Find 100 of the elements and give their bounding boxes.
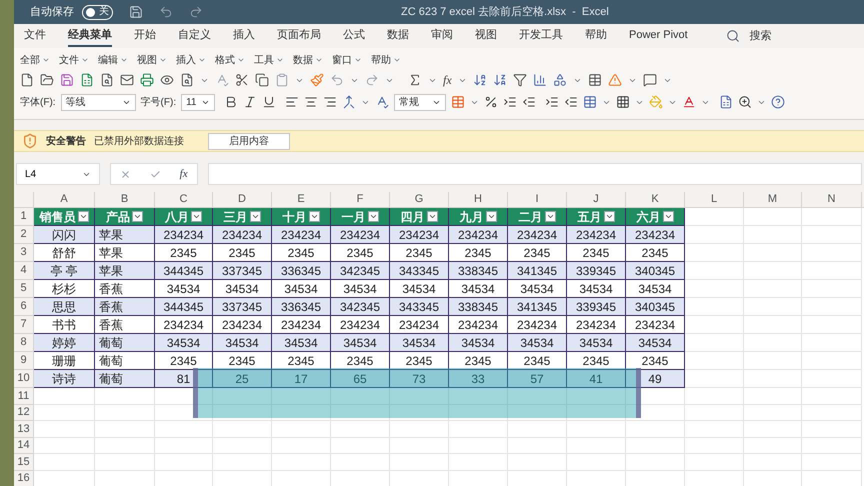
font-select[interactable]: 等线: [60, 94, 136, 110]
spreadsheet-icon[interactable]: [80, 73, 94, 87]
search-label[interactable]: 搜索: [750, 28, 772, 44]
row-number[interactable]: 13: [14, 421, 34, 438]
function-icon[interactable]: fx: [443, 71, 452, 89]
menu-item[interactable]: 插入: [176, 52, 206, 68]
ribbon-tab[interactable]: 文件: [24, 25, 46, 47]
align-left-icon[interactable]: [285, 95, 300, 109]
borders-icon[interactable]: [616, 95, 630, 109]
row-number[interactable]: 2: [14, 226, 34, 244]
row-number[interactable]: 3: [14, 244, 34, 262]
ribbon-tab[interactable]: 页面布局: [277, 25, 321, 47]
column-header[interactable]: J: [567, 192, 626, 207]
filter-dropdown-icon[interactable]: [191, 211, 202, 222]
column-header[interactable]: B: [95, 192, 155, 207]
redo-icon[interactable]: [189, 5, 203, 19]
menu-item[interactable]: 编辑: [98, 52, 128, 68]
row-number[interactable]: 11: [14, 388, 34, 404]
comment-icon[interactable]: [642, 73, 657, 87]
column-header[interactable]: H: [449, 192, 508, 207]
preview-icon[interactable]: [160, 73, 174, 87]
filter-dropdown-icon[interactable]: [250, 211, 260, 222]
formula-field[interactable]: [208, 163, 862, 185]
filter-dropdown-icon[interactable]: [604, 211, 614, 222]
filter-dropdown-icon[interactable]: [132, 211, 143, 222]
column-header[interactable]: L: [685, 192, 744, 207]
filter-dropdown-icon[interactable]: [308, 211, 320, 222]
ribbon-tab[interactable]: 审阅: [431, 25, 453, 47]
row-number[interactable]: 8: [14, 334, 34, 352]
cancel-icon[interactable]: [120, 168, 132, 180]
column-header[interactable]: M: [744, 192, 802, 207]
row-number[interactable]: 10: [14, 370, 34, 388]
row-number[interactable]: 16: [14, 470, 34, 486]
ribbon-tab[interactable]: 开发工具: [519, 25, 563, 47]
ribbon-tab[interactable]: 插入: [233, 25, 255, 47]
column-header[interactable]: D: [213, 192, 272, 207]
ribbon-tab[interactable]: 自定义: [178, 25, 211, 47]
insert-function-icon[interactable]: fx: [180, 166, 188, 182]
align-center-icon[interactable]: [304, 95, 318, 109]
form-icon[interactable]: [588, 73, 602, 87]
name-box[interactable]: L4: [16, 163, 100, 185]
row-number[interactable]: 7: [14, 316, 34, 334]
chart-icon[interactable]: [532, 73, 547, 87]
sort-ascending-icon[interactable]: [472, 73, 487, 87]
column-header[interactable]: F: [331, 192, 390, 207]
column-header[interactable]: E: [272, 192, 331, 207]
ribbon-tab[interactable]: 帮助: [585, 25, 607, 47]
ribbon-tab[interactable]: 公式: [343, 25, 365, 47]
row-number[interactable]: 5: [14, 280, 34, 298]
enter-icon[interactable]: [150, 168, 161, 180]
filter-dropdown-icon[interactable]: [78, 211, 88, 222]
cell-format-icon[interactable]: [583, 95, 598, 109]
column-header[interactable]: I: [508, 192, 567, 207]
column-header[interactable]: C: [155, 192, 213, 207]
align-right-icon[interactable]: [323, 95, 338, 109]
shapes-icon[interactable]: [552, 73, 567, 87]
mail-icon[interactable]: [120, 73, 134, 87]
new-file-icon[interactable]: [20, 73, 34, 87]
menu-item[interactable]: 全部: [20, 52, 50, 68]
row-number[interactable]: 14: [14, 438, 34, 454]
cut-icon[interactable]: [235, 73, 249, 87]
column-header[interactable]: A: [34, 192, 95, 207]
menu-item[interactable]: 工具: [254, 52, 284, 68]
convert-icon[interactable]: [375, 95, 390, 109]
enable-content-button[interactable]: 启用内容: [208, 132, 290, 150]
undo-icon[interactable]: [159, 5, 173, 19]
bold-icon[interactable]: [224, 95, 238, 109]
ribbon-tab[interactable]: 数据: [387, 25, 409, 47]
menu-item[interactable]: 文件: [59, 52, 89, 68]
menu-item[interactable]: 数据: [293, 52, 323, 68]
sum-icon[interactable]: [408, 73, 422, 87]
search-icon[interactable]: [726, 29, 740, 43]
ribbon-tab[interactable]: 开始: [134, 25, 156, 47]
sort-descending-icon[interactable]: [492, 73, 507, 87]
folder-icon[interactable]: [40, 73, 54, 87]
format-painter-icon[interactable]: [310, 73, 324, 87]
filter-dropdown-icon[interactable]: [486, 211, 496, 222]
spellcheck-icon[interactable]: [215, 73, 229, 87]
ribbon-tab[interactable]: Power Pivot: [629, 25, 688, 47]
fill-color-icon[interactable]: [649, 95, 664, 109]
percent-icon[interactable]: [484, 95, 498, 109]
zoom-icon[interactable]: [738, 95, 752, 109]
menu-item[interactable]: 帮助: [371, 52, 401, 68]
row-number[interactable]: 1: [14, 208, 34, 226]
copy-icon[interactable]: [255, 73, 269, 87]
indent-icon[interactable]: [545, 95, 560, 109]
filter-icon[interactable]: [512, 73, 527, 87]
row-number[interactable]: 15: [14, 454, 34, 470]
document-icon[interactable]: [100, 73, 114, 87]
outdent-icon[interactable]: [564, 95, 578, 109]
menu-item[interactable]: 视图: [137, 52, 167, 68]
save-icon[interactable]: [60, 73, 74, 87]
filter-dropdown-icon[interactable]: [662, 211, 674, 222]
row-number[interactable]: 9: [14, 352, 34, 370]
font-size-select[interactable]: 11: [181, 94, 216, 110]
column-header[interactable]: K: [626, 192, 685, 207]
filter-dropdown-icon[interactable]: [368, 211, 378, 222]
column-header[interactable]: G: [390, 192, 449, 207]
workbook-icon[interactable]: [719, 95, 734, 109]
menu-item[interactable]: 格式: [215, 52, 245, 68]
